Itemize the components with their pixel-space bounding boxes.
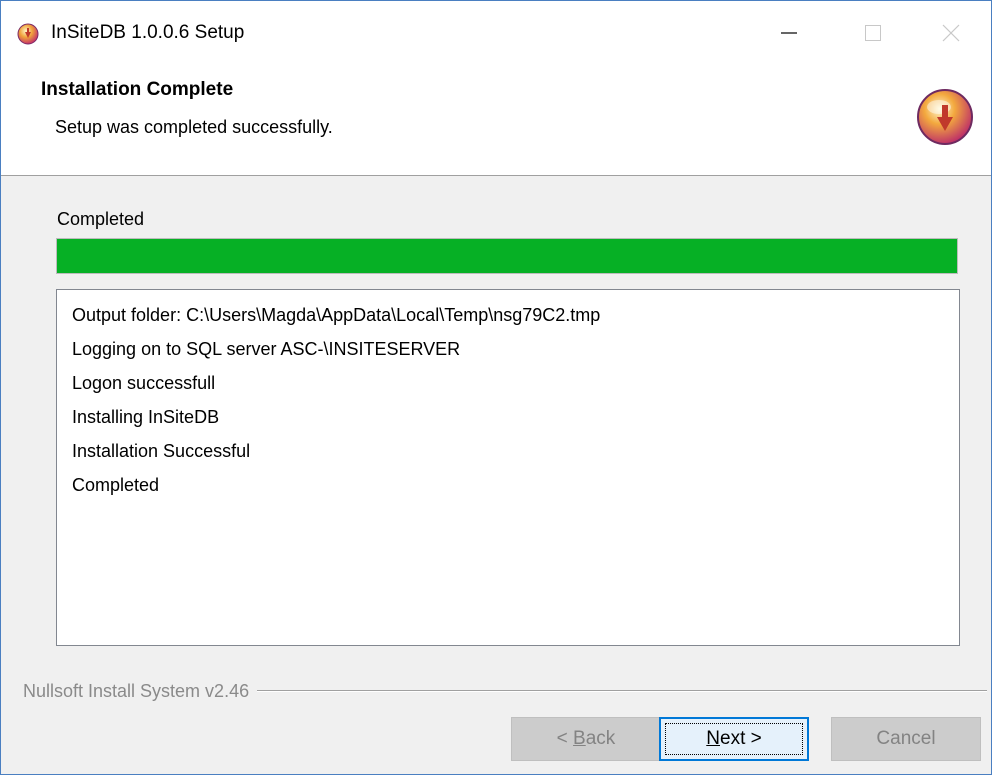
installer-icon [17,23,39,45]
page-subtitle: Setup was completed successfully. [55,117,333,137]
back-button-label: < Back [556,728,616,749]
log-item: Logon successfull [72,373,216,393]
close-button[interactable] [911,1,991,65]
close-icon [942,24,960,42]
minimize-icon [781,32,797,34]
window-title: InSiteDB 1.0.0.6 Setup [51,22,245,43]
install-log[interactable]: Output folder: C:\Users\Magda\AppData\Lo… [56,289,960,646]
progress-bar [56,238,958,274]
progress-fill [57,239,957,273]
next-button[interactable]: Next > [659,717,809,761]
log-item: Installing InSiteDB [72,407,220,427]
log-item: Output folder: C:\Users\Magda\AppData\Lo… [72,305,601,325]
branding-divider [257,690,987,692]
cancel-button-label: Cancel [876,728,936,749]
page-header: Installation Complete Setup was complete… [1,65,991,176]
branding-row: Nullsoft Install System v2.46 [23,677,987,705]
page-title: Installation Complete [41,79,234,100]
back-button[interactable]: < Back [511,717,661,761]
branding-text: Nullsoft Install System v2.46 [23,680,250,701]
focus-ring [665,723,803,755]
log-item: Completed [72,475,160,495]
log-item: Installation Successful [72,441,251,461]
installer-icon [917,89,973,145]
cancel-button[interactable]: Cancel [831,717,981,761]
setup-window: InSiteDB 1.0.0.6 Setup Installation Comp… [0,0,992,775]
maximize-icon [865,25,881,41]
progress-label: Completed [57,209,145,229]
log-item: Logging on to SQL server ASC-\INSITESERV… [72,339,461,359]
maximize-button[interactable] [827,1,919,65]
minimize-button[interactable] [743,1,835,65]
title-bar[interactable]: InSiteDB 1.0.0.6 Setup [1,1,991,65]
